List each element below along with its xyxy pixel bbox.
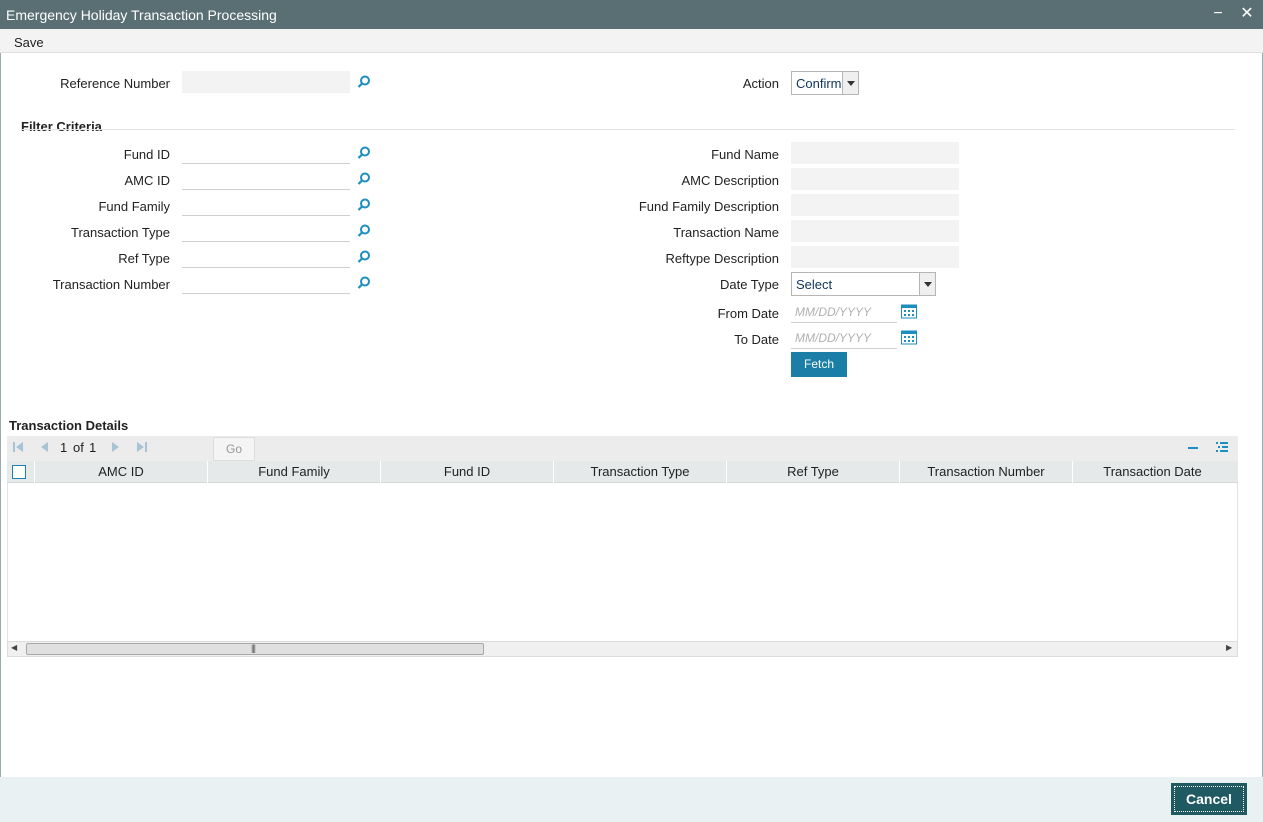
transaction-number-label: Transaction Number — [52, 277, 170, 292]
transaction-type-input[interactable] — [182, 220, 350, 242]
column-header-transaction-number[interactable]: Transaction Number — [899, 461, 1072, 483]
column-settings-icon[interactable] — [1215, 440, 1229, 454]
action-select[interactable]: Confirm — [791, 71, 859, 95]
grid-toolbar — [7, 436, 1238, 461]
title-bar: Emergency Holiday Transaction Processing… — [0, 0, 1263, 29]
window-left-border — [0, 29, 1, 822]
column-header-transaction-type[interactable]: Transaction Type — [553, 461, 726, 483]
filter-divider — [21, 129, 1235, 130]
reference-number-input[interactable] — [182, 71, 350, 93]
first-page-icon[interactable] — [12, 441, 24, 453]
minimize-button[interactable]: − — [1208, 4, 1228, 24]
date-type-label: Date Type — [719, 277, 779, 292]
grid-header: AMC ID Fund Family Fund ID Transaction T… — [7, 461, 1238, 483]
transaction-name-field — [791, 220, 959, 242]
calendar-icon[interactable] — [901, 330, 917, 345]
ref-type-label: Ref Type — [118, 251, 170, 266]
transaction-type-label: Transaction Type — [71, 225, 170, 240]
page-total: 1 — [89, 440, 97, 455]
footer-bar — [0, 777, 1263, 822]
grip-icon: ||| — [251, 643, 256, 653]
fund-id-input[interactable] — [182, 142, 350, 164]
reftype-description-label: Reftype Description — [665, 251, 779, 266]
amc-id-label: AMC ID — [124, 173, 171, 188]
window-title: Emergency Holiday Transaction Processing — [6, 7, 277, 23]
ref-type-input[interactable] — [182, 246, 350, 268]
chevron-down-icon — [919, 273, 935, 295]
to-date-input[interactable] — [791, 327, 897, 349]
search-icon[interactable] — [356, 249, 372, 265]
last-page-icon[interactable] — [136, 441, 148, 453]
amc-id-input[interactable] — [182, 168, 350, 190]
scroll-right-icon[interactable]: ▶ — [1226, 643, 1232, 652]
amc-description-field — [791, 168, 959, 190]
column-header-fund-id[interactable]: Fund ID — [380, 461, 553, 483]
cancel-button[interactable]: Cancel — [1171, 783, 1247, 815]
search-icon[interactable] — [356, 171, 372, 187]
fetch-button[interactable]: Fetch — [791, 352, 847, 377]
page-of: of — [73, 440, 84, 455]
search-icon[interactable] — [356, 197, 372, 213]
save-menu-item[interactable]: Save — [14, 35, 44, 50]
date-type-select[interactable]: Select — [791, 272, 936, 296]
from-date-input[interactable] — [791, 301, 897, 323]
close-button[interactable]: ✕ — [1237, 4, 1257, 24]
action-label: Action — [742, 76, 779, 91]
search-icon[interactable] — [356, 74, 372, 90]
horizontal-scrollbar[interactable]: ◀ ||| ▶ — [7, 641, 1238, 657]
transaction-details-title: Transaction Details — [9, 418, 129, 433]
go-button[interactable]: Go — [213, 437, 255, 461]
fund-family-description-label: Fund Family Description — [638, 199, 779, 214]
from-date-label: From Date — [717, 306, 779, 321]
fund-family-label: Fund Family — [98, 199, 170, 214]
column-header-ref-type[interactable]: Ref Type — [726, 461, 899, 483]
transaction-number-input[interactable] — [182, 272, 350, 294]
reftype-description-field — [791, 246, 959, 268]
filter-criteria-title: Filter Criteria — [21, 119, 102, 134]
scrollbar-thumb[interactable]: ||| — [26, 643, 484, 655]
column-header-transaction-date[interactable]: Transaction Date — [1072, 461, 1232, 483]
collapse-icon[interactable] — [1187, 441, 1199, 453]
amc-description-label: AMC Description — [681, 173, 779, 188]
menu-bar: Save — [0, 29, 1263, 53]
column-header-fund-family[interactable]: Fund Family — [207, 461, 380, 483]
grid-body — [7, 483, 1238, 641]
fund-id-label: Fund ID — [123, 147, 170, 162]
transaction-name-label: Transaction Name — [673, 225, 779, 240]
search-icon[interactable] — [356, 145, 372, 161]
search-icon[interactable] — [356, 275, 372, 291]
date-type-select-value: Select — [796, 277, 833, 292]
fund-family-input[interactable] — [182, 194, 350, 216]
calendar-icon[interactable] — [901, 304, 917, 319]
search-icon[interactable] — [356, 223, 372, 239]
to-date-label: To Date — [734, 332, 779, 347]
select-all-checkbox[interactable] — [12, 465, 26, 479]
column-header-amc-id[interactable]: AMC ID — [34, 461, 207, 483]
scroll-left-icon[interactable]: ◀ — [11, 643, 17, 652]
page-current: 1 — [60, 440, 68, 455]
next-page-icon[interactable] — [110, 441, 122, 453]
fund-name-field — [791, 142, 959, 164]
reference-number-label: Reference Number — [60, 76, 170, 91]
fund-name-label: Fund Name — [711, 147, 779, 162]
fund-family-description-field — [791, 194, 959, 216]
prev-page-icon[interactable] — [38, 441, 50, 453]
chevron-down-icon — [842, 72, 858, 94]
action-select-value: Confirm — [796, 76, 842, 91]
